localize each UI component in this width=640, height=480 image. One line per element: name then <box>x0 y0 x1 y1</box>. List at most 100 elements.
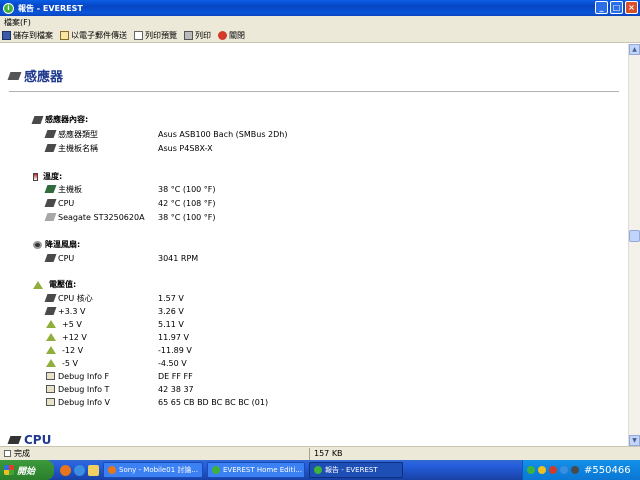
minimize-button[interactable]: _ <box>595 1 608 14</box>
task-label: 報告 - EVEREST <box>325 466 378 474</box>
item-label: 主機板 <box>58 184 82 194</box>
list-item: -12 V -11.89 V <box>46 344 606 356</box>
item-label: -5 V <box>62 358 78 368</box>
tray-icon[interactable] <box>549 466 557 474</box>
title-bar[interactable]: i 報告 - EVEREST _ □ × <box>0 0 640 16</box>
list-item: CPU 3041 RPM <box>44 252 606 264</box>
firefox-icon[interactable] <box>60 464 71 476</box>
list-item: CPU 42 °C (108 °F) <box>44 197 606 209</box>
warning-icon <box>46 333 56 341</box>
item-value: 42 38 37 <box>158 384 194 394</box>
list-item: 主機板 38 °C (100 °F) <box>44 183 606 195</box>
debug-icon <box>46 372 55 380</box>
item-value: 38 °C (100 °F) <box>158 212 216 222</box>
vertical-scrollbar[interactable]: ▲ ▼ <box>628 44 640 446</box>
motherboard-icon <box>44 185 57 193</box>
start-label: 開始 <box>17 466 36 477</box>
hard-disk-icon <box>44 213 57 221</box>
save-to-file-button[interactable]: 儲存到檔案 <box>2 30 53 41</box>
list-item: Debug Info T 42 38 37 <box>46 383 606 395</box>
tray-icon[interactable] <box>538 466 546 474</box>
section-heading: 感應器內容: <box>45 115 89 124</box>
internet-explorer-icon[interactable] <box>74 464 85 476</box>
item-label: +5 V <box>62 319 82 329</box>
taskbar-item-report[interactable]: 報告 - EVEREST <box>309 462 403 478</box>
close-report-button[interactable]: 關閉 <box>218 30 245 41</box>
send-email-button[interactable]: 以電子郵件傳送 <box>60 30 127 41</box>
item-value: 1.57 V <box>158 293 184 303</box>
close-button[interactable]: × <box>625 1 638 14</box>
sensor-icon <box>7 71 22 80</box>
scroll-down-button[interactable]: ▼ <box>629 435 640 446</box>
mail-icon <box>60 30 69 40</box>
page-title-text: 感應器 <box>24 70 64 85</box>
menu-file[interactable]: 檔案(F) <box>4 17 31 28</box>
chip-icon <box>44 294 57 302</box>
print-button[interactable]: 列印 <box>184 30 211 41</box>
cpu-icon <box>44 254 57 262</box>
item-value: DE FF FF <box>158 371 193 381</box>
item-label: +12 V <box>62 332 87 342</box>
task-label: EVEREST Home Editi... <box>223 466 302 474</box>
list-item: CPU 核心 1.57 V <box>44 292 606 304</box>
print-label: 列印 <box>195 30 211 40</box>
warning-icon <box>46 359 56 367</box>
maximize-button[interactable]: □ <box>610 1 623 14</box>
task-label: Sony - Mobile01 討論... <box>119 466 199 474</box>
page-icon <box>4 450 11 457</box>
sensor-icon <box>31 115 44 124</box>
motherboard-icon <box>44 144 57 152</box>
folder-icon[interactable] <box>88 464 99 476</box>
status-text: 完成 <box>0 447 310 460</box>
warning-icon <box>46 320 56 328</box>
list-item: Seagate ST3250620A 38 °C (100 °F) <box>44 211 606 223</box>
item-label: CPU 核心 <box>58 293 93 303</box>
everest-icon <box>314 466 322 474</box>
section-temperature: 溫度: <box>33 171 62 182</box>
tray-icon[interactable] <box>571 466 579 474</box>
item-label: Debug Info T <box>58 384 110 394</box>
section-sensor-properties: 感應器內容: <box>31 114 89 125</box>
item-value: 5.11 V <box>158 319 184 329</box>
list-item: +12 V 11.97 V <box>46 331 606 343</box>
list-item: Debug Info V 65 65 CB BD BC BC BC (01) <box>46 396 606 408</box>
tray-icon[interactable] <box>560 466 568 474</box>
start-button[interactable]: 開始 <box>0 460 54 480</box>
firefox-icon <box>108 466 116 474</box>
item-label: 主機板名稱 <box>58 143 98 153</box>
chip-icon <box>44 307 57 315</box>
print-preview-icon <box>134 30 143 40</box>
quick-launch <box>60 464 99 476</box>
section-heading: 溫度: <box>43 172 63 181</box>
app-icon: i <box>3 2 14 14</box>
taskbar-item-everest[interactable]: EVEREST Home Editi... <box>207 462 305 478</box>
close-label: 關閉 <box>229 30 245 40</box>
list-item: +3.3 V 3.26 V <box>44 305 606 317</box>
item-value: Asus ASB100 Bach (SMBus 2Dh) <box>158 129 288 139</box>
tray-icon[interactable] <box>527 466 535 474</box>
item-label: +3.3 V <box>58 306 86 316</box>
item-value: 65 65 CB BD BC BC BC (01) <box>158 397 269 407</box>
save-label: 儲存到檔案 <box>13 30 53 40</box>
warning-icon <box>33 280 43 289</box>
cpu-section-title: CPU <box>7 433 51 446</box>
warning-icon <box>46 346 56 354</box>
item-label: 感應器類型 <box>58 129 98 139</box>
scroll-thumb[interactable] <box>629 230 640 242</box>
email-label: 以電子郵件傳送 <box>71 30 127 40</box>
menu-bar: 檔案(F) <box>0 16 640 28</box>
system-tray: #550466 <box>522 460 640 480</box>
list-item: Debug Info F DE FF FF <box>46 370 606 382</box>
taskbar-item-mobile01[interactable]: Sony - Mobile01 討論... <box>103 462 203 478</box>
item-label: CPU <box>58 253 75 263</box>
section-heading: 電壓值: <box>49 280 77 289</box>
cpu-icon <box>44 199 57 207</box>
scroll-up-button[interactable]: ▲ <box>629 44 640 55</box>
print-preview-button[interactable]: 列印預覽 <box>134 30 177 41</box>
item-label: Seagate ST3250620A <box>58 212 145 222</box>
item-label: -12 V <box>62 345 84 355</box>
clock: #550466 <box>584 464 631 476</box>
windows-logo-icon <box>4 465 14 475</box>
item-value: Asus P4S8X-X <box>158 143 213 153</box>
item-label: Debug Info V <box>58 397 111 407</box>
